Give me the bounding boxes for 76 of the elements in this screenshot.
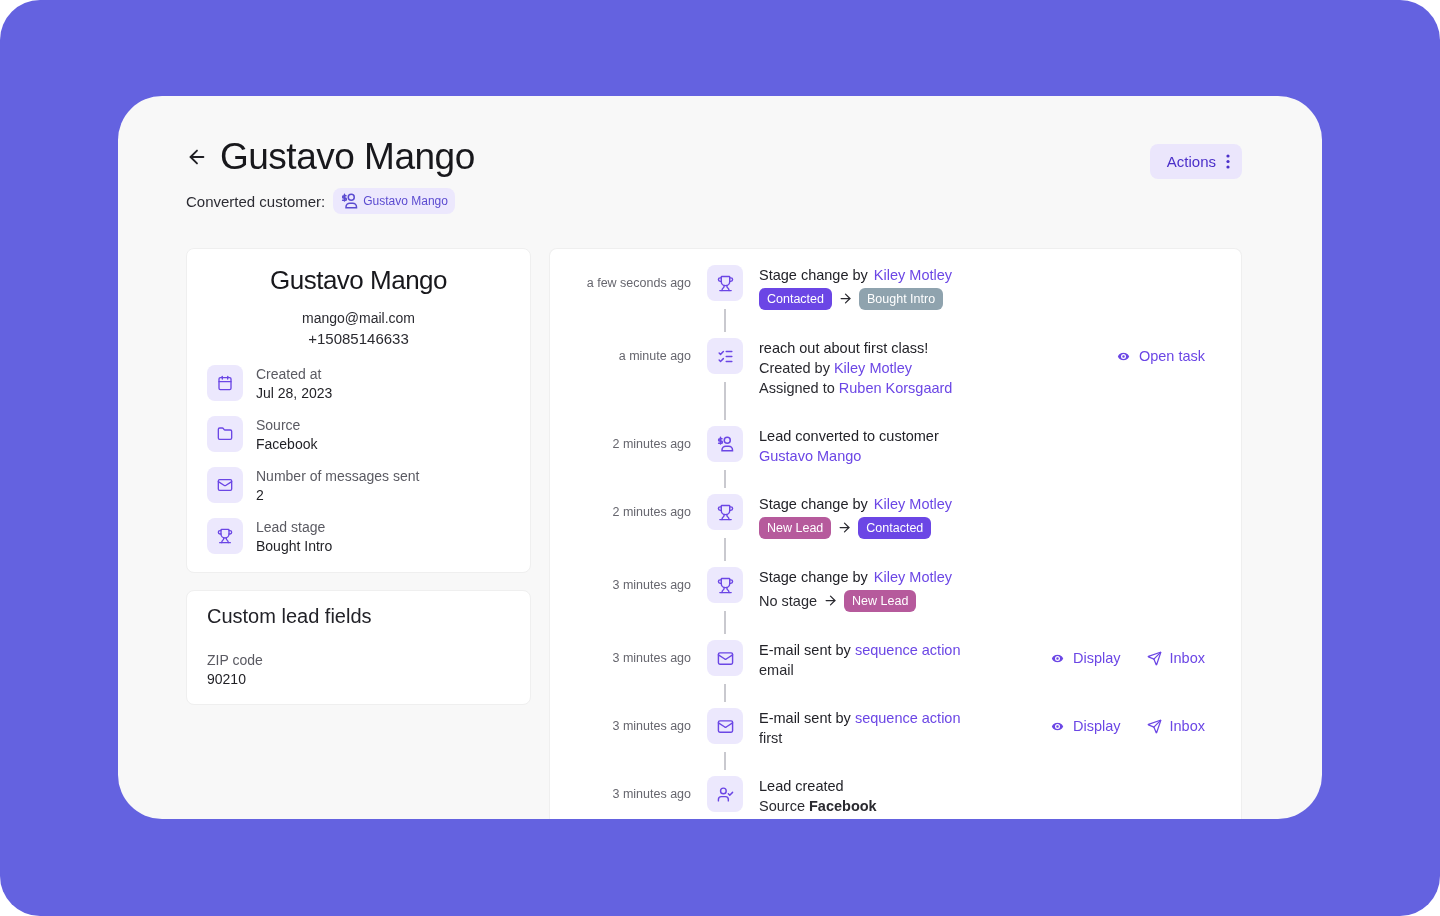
event-title: Stage change by (759, 495, 868, 514)
user-link[interactable]: Kiley Motley (873, 265, 952, 285)
field-value: 90210 (207, 671, 247, 687)
trophy-icon (217, 528, 233, 544)
display-link[interactable]: Display (1049, 650, 1121, 666)
assigned-to-label: Assigned to (759, 379, 835, 398)
stage-tag: Bought Intro (859, 288, 944, 310)
field-label: Lead stage (256, 518, 327, 535)
mail-icon (716, 649, 734, 667)
sequence-link[interactable]: sequence action (854, 708, 961, 728)
event-title: Stage change by (759, 266, 868, 285)
stage-text: No stage (759, 591, 818, 611)
field-label: Created at (256, 365, 323, 382)
profile-phone: +15085146633 (307, 330, 410, 347)
event-title: E-mail sent by (759, 709, 851, 728)
actions-button[interactable]: Actions (1149, 144, 1242, 179)
arrow-right-icon (837, 520, 853, 535)
email-subject: first (759, 729, 783, 748)
inbox-link[interactable]: Inbox (1146, 718, 1205, 734)
field-label: Source (256, 416, 302, 433)
event-detail: Source Facebook (759, 797, 877, 816)
stage-tag: Contacted (759, 288, 832, 310)
dollar-person-icon (340, 192, 359, 210)
field-value: Jul 28, 2023 (256, 384, 333, 401)
event-title: E-mail sent by (759, 641, 851, 660)
event-time: 3 minutes ago (611, 650, 691, 667)
event-time: 2 minutes ago (611, 504, 691, 521)
calendar-icon (217, 375, 233, 391)
trophy-icon (716, 576, 734, 594)
page-title: Gustavo Mango (220, 136, 475, 178)
more-icon (1226, 154, 1230, 169)
stage-tag: Contacted (858, 517, 932, 539)
folder-icon (217, 426, 233, 442)
field-label: ZIP code (207, 652, 264, 668)
arrow-right-icon (838, 291, 853, 306)
event-time: a few seconds ago (585, 275, 691, 292)
arrow-right-icon (823, 593, 839, 608)
mail-icon (716, 717, 734, 735)
event-title: Lead created (759, 777, 844, 796)
customer-chip[interactable]: Gustavo Mango (333, 188, 455, 214)
user-link[interactable]: Kiley Motley (873, 567, 952, 587)
stage-tag: New Lead (844, 590, 917, 612)
event-title: Lead converted to customer (759, 427, 939, 446)
dollar-person-icon (716, 435, 734, 453)
user-link[interactable]: Ruben Korsgaard (838, 378, 953, 398)
trophy-icon (716, 274, 734, 292)
stage-tag: New Lead (759, 517, 832, 539)
user-link[interactable]: Kiley Motley (833, 358, 913, 378)
customer-link[interactable]: Gustavo Mango (759, 446, 862, 466)
created-by-label: Created by (759, 359, 830, 378)
sequence-link[interactable]: sequence action (854, 640, 961, 660)
trophy-icon (716, 503, 734, 521)
open-task-link[interactable]: Open task (1115, 348, 1205, 364)
task-title: reach out about first class! (759, 339, 929, 358)
field-value: 2 (256, 486, 265, 503)
send-icon (1146, 650, 1162, 666)
profile-name: Gustavo Mango (268, 265, 449, 296)
display-link[interactable]: Display (1049, 718, 1121, 734)
user-check-icon (716, 785, 734, 803)
event-time: 3 minutes ago (611, 786, 691, 803)
field-label: Number of messages sent (256, 467, 420, 484)
event-time: a minute ago (617, 348, 691, 365)
event-title: Stage change by (759, 568, 868, 587)
event-time: 3 minutes ago (611, 577, 691, 594)
user-link[interactable]: Kiley Motley (873, 494, 952, 514)
event-time: 2 minutes ago (611, 436, 691, 453)
card-title: Custom lead fields (207, 605, 373, 628)
email-subject: email (759, 661, 794, 680)
field-value: Facebook (256, 435, 318, 452)
event-time: 3 minutes ago (611, 718, 691, 735)
send-icon (1146, 718, 1162, 734)
mail-icon (217, 477, 233, 493)
inbox-link[interactable]: Inbox (1146, 650, 1205, 666)
profile-email: mango@mail.com (301, 310, 416, 326)
field-value: Bought Intro (256, 537, 333, 554)
converted-customer-label: Converted customer: (186, 192, 326, 210)
